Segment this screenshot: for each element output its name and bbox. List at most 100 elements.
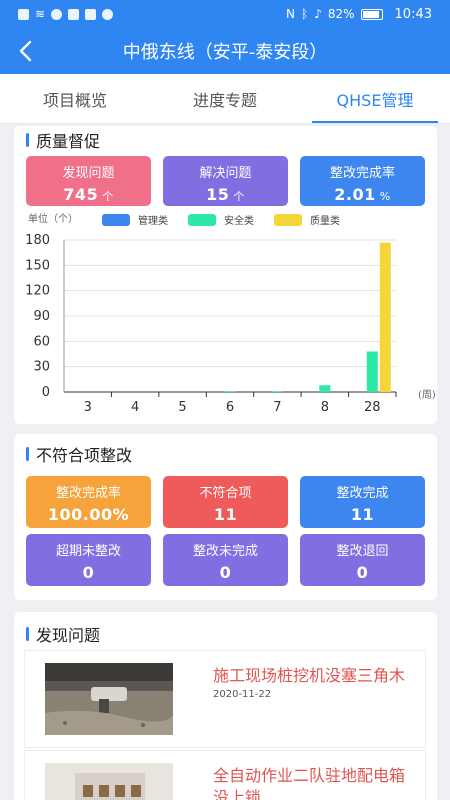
quality-section-title: 质量督促 <box>36 132 101 151</box>
chevron-left-icon <box>19 40 32 62</box>
issues-card: 发现问题 施工现场桩挖机没塞三角木 2020-11-22 全自动作业二队驻地配电… <box>14 612 437 800</box>
stat-value: 0 <box>356 563 369 582</box>
bar-安全类 <box>271 391 283 392</box>
quality-card: 质量督促 发现问题 745 个 解决问题 15 个 整改完成率 2.01% 单位（个… <box>14 126 437 424</box>
stat-label: 发现问题 <box>62 166 115 181</box>
bar-安全类 <box>366 351 378 392</box>
y-tick-label: 60 <box>33 334 50 349</box>
legend-swatch <box>102 213 130 226</box>
app-bar: 中俄东线（安平-泰安段） <box>0 28 450 74</box>
electrical-box-photo-icon <box>45 763 173 800</box>
page-title: 中俄东线（安平-泰安段） <box>122 42 328 63</box>
stat-label: 整改未完成 <box>192 544 258 559</box>
message-icon <box>85 8 97 20</box>
stat-value: 0 <box>219 563 232 582</box>
stat-nonconformities[interactable]: 不符合项 11 <box>163 476 288 528</box>
issue-title: 全自动作业二队驻地配电箱没上锁 <box>213 766 406 800</box>
x-tick-label: 7 <box>273 400 281 415</box>
battery-percent: 82% <box>327 7 355 21</box>
legend-item[interactable]: 质量类 <box>274 212 340 227</box>
usb-icon <box>51 8 63 20</box>
stat-label: 解决问题 <box>199 166 252 181</box>
y-tick-label: 120 <box>25 284 50 299</box>
issues-header: 发现问题 <box>14 620 437 648</box>
stat-returned[interactable]: 整改退回 0 <box>300 534 425 586</box>
wifi-icon: ≋ <box>35 7 46 21</box>
nonconform-header: 不符合项整改 <box>14 440 437 468</box>
mute-icon: ♪ <box>314 7 322 21</box>
stat-value: 0 <box>82 563 95 582</box>
issue-list-item[interactable]: 施工现场桩挖机没塞三角木 2020-11-22 <box>24 650 426 748</box>
stat-value: 2.01% <box>334 185 391 204</box>
bar-安全类 <box>224 391 236 392</box>
stat-found-issues[interactable]: 发现问题 745 个 <box>26 156 151 206</box>
battery-icon <box>360 8 383 20</box>
stat-unfinished[interactable]: 整改未完成 0 <box>163 534 288 586</box>
notification-icon <box>18 8 29 20</box>
legend-swatch <box>188 213 216 226</box>
stat-rectify-rate[interactable]: 整改完成率 2.01% <box>300 156 425 206</box>
issue-photo <box>45 763 173 800</box>
stat-label: 超期未整改 <box>55 544 121 559</box>
section-marker <box>26 133 29 147</box>
stat-value: 100.00% <box>47 505 130 524</box>
issue-text: 施工现场桩挖机没塞三角木 2020-11-22 <box>213 665 418 700</box>
nonconform-section-title: 不符合项整改 <box>36 446 133 465</box>
bar-质量类 <box>379 242 391 392</box>
x-tick-label: 5 <box>178 400 186 415</box>
issue-title: 施工现场桩挖机没塞三角木 <box>213 666 406 685</box>
y-tick-label: 90 <box>33 309 50 324</box>
app-icon <box>68 8 80 20</box>
x-tick-label: 4 <box>131 400 139 415</box>
stat-rectify-complete-rate[interactable]: 整改完成率 100.00% <box>26 476 151 528</box>
back-button[interactable] <box>8 33 44 69</box>
section-marker <box>26 447 29 461</box>
tab-progress[interactable]: 进度专题 <box>150 74 300 123</box>
quality-header: 质量督促 <box>14 126 437 154</box>
nfc-icon: N <box>286 7 295 21</box>
stat-value: 745 个 <box>63 185 114 204</box>
bluetooth-icon: ᛒ <box>300 7 309 21</box>
legend-swatch <box>274 213 302 226</box>
issues-section-title: 发现问题 <box>36 626 101 645</box>
x-tick-label: 8 <box>321 400 329 415</box>
legend-label: 管理类 <box>138 216 168 227</box>
x-tick-label: 28 <box>364 400 381 415</box>
section-marker <box>26 627 29 641</box>
issue-text: 全自动作业二队驻地配电箱没上锁 <box>213 765 418 800</box>
stat-overdue[interactable]: 超期未整改 0 <box>26 534 151 586</box>
stat-label: 整改完成率 <box>55 486 121 501</box>
status-bar: ≋ N ᛒ ♪ 82% 10:43 <box>0 0 450 28</box>
legend-item[interactable]: 管理类 <box>102 212 168 227</box>
eye-icon <box>102 8 114 20</box>
stat-label: 不符合项 <box>199 486 252 501</box>
y-tick-label: 150 <box>25 258 50 273</box>
x-tick-label: 3 <box>84 400 92 415</box>
tab-bar: 项目概览 进度专题 QHSE管理 <box>0 74 450 124</box>
stat-value: 15 个 <box>206 185 245 204</box>
tab-qhse[interactable]: QHSE管理 <box>300 74 450 123</box>
y-tick-label: 180 <box>25 233 50 248</box>
stat-label: 整改完成 <box>336 486 389 501</box>
legend-label: 安全类 <box>224 216 254 227</box>
y-tick-label: 0 <box>42 385 50 400</box>
legend-label: 质量类 <box>310 216 340 227</box>
stat-solved-issues[interactable]: 解决问题 15 个 <box>163 156 288 206</box>
x-tick-label: 6 <box>226 400 234 415</box>
stat-rectified[interactable]: 整改完成 11 <box>300 476 425 528</box>
y-tick-label: 30 <box>33 360 50 375</box>
issue-list-item[interactable]: 全自动作业二队驻地配电箱没上锁 <box>24 750 426 800</box>
y-unit-label: 单位（个） <box>28 214 78 225</box>
issue-date: 2020-11-22 <box>213 689 272 700</box>
stat-label: 整改完成率 <box>329 166 395 181</box>
stat-value: 11 <box>213 505 238 524</box>
stat-value: 11 <box>350 505 375 524</box>
quality-bar-chart: 0 30 60 90 120 150 180 3 4 5 6 7 8 28 (周) <box>25 233 436 415</box>
issue-photo <box>45 663 173 735</box>
construction-photo-icon <box>45 663 173 735</box>
tab-project-overview[interactable]: 项目概览 <box>0 74 150 123</box>
legend-item[interactable]: 安全类 <box>188 212 254 227</box>
nonconform-card: 不符合项整改 整改完成率 100.00% 不符合项 11 整改完成 11 超期未… <box>14 434 437 600</box>
stat-label: 整改退回 <box>336 544 389 559</box>
x-unit-label: (周) <box>418 389 436 401</box>
